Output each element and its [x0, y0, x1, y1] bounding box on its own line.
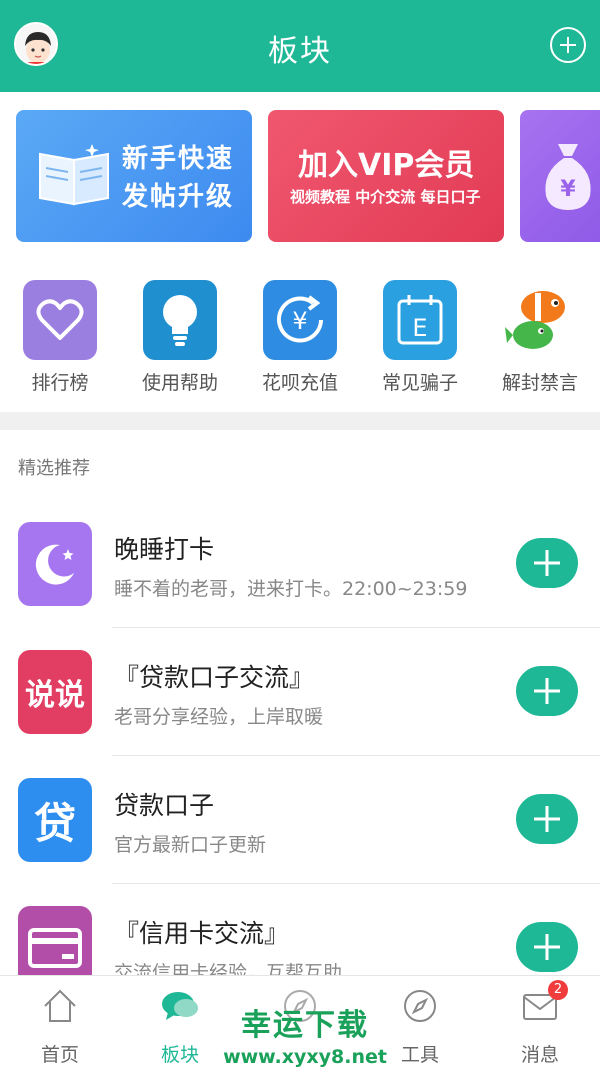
heart-icon — [23, 280, 97, 360]
banner-line-1: 新手快速 — [122, 144, 235, 174]
section-title: 精选推荐 — [18, 458, 90, 479]
quick-item-label: 常见骗子 — [381, 372, 458, 394]
quick-item-recharge[interactable]: ¥ 花呗充值 — [250, 280, 350, 395]
watermark-title: 幸运下载 — [241, 1008, 369, 1043]
list-item-title: 晚睡打卡 — [114, 535, 215, 564]
list-item-title: 『信用卡交流』 — [114, 919, 290, 948]
list-item[interactable]: 晚睡打卡 睡不着的老哥，进来打卡。22:00~23:59 — [0, 500, 600, 628]
watermark: 幸运下载 www.xyxy8.net — [220, 1000, 390, 1067]
list-item-subtitle: 老哥分享经验，上岸取暖 — [114, 706, 324, 728]
moon-icon — [18, 522, 92, 606]
money-bag-icon: ¥ — [545, 144, 591, 210]
calendar-letter-icon: E — [383, 280, 457, 360]
svg-text:¥: ¥ — [292, 307, 307, 335]
list-item-title: 『贷款口子交流』 — [114, 663, 315, 692]
quick-item-label: 排行榜 — [31, 372, 89, 394]
banner-line-1: 加入VIP会员 — [298, 148, 475, 183]
quick-entries: 排行榜 使用帮助 ¥ 花呗充值 E 常见骗子 解封禁言 — [0, 270, 600, 410]
quick-item-label: 解封禁言 — [501, 372, 578, 394]
watermark-url: www.xyxy8.net — [223, 1046, 387, 1067]
board-list: 晚睡打卡 睡不着的老哥，进来打卡。22:00~23:59 说说 『贷款口子交流』… — [0, 500, 600, 975]
section-divider — [0, 412, 600, 430]
yuan-refresh-icon: ¥ — [263, 280, 337, 360]
list-item-subtitle: 官方最新口子更新 — [114, 834, 267, 856]
banner-money[interactable]: ¥ — [520, 110, 600, 242]
tab-label: 首页 — [40, 1044, 79, 1066]
banner-vip[interactable]: 加入VIP会员 视频教程 中介交流 每日口子 — [268, 110, 504, 242]
quick-item-unban[interactable]: 解封禁言 — [490, 280, 590, 395]
svg-text:E: E — [412, 314, 427, 342]
add-icon[interactable] — [550, 27, 586, 63]
list-item-subtitle: 交流信用卡经验，互帮互助 — [114, 962, 343, 975]
quick-item-scammers[interactable]: E 常见骗子 — [370, 280, 470, 395]
list-item[interactable]: 『信用卡交流』 交流信用卡经验，互帮互助 — [0, 884, 600, 975]
shuoshuo-icon: 说说 — [18, 650, 92, 734]
quick-item-label: 花呗充值 — [261, 372, 338, 394]
compass-icon — [400, 986, 440, 1026]
add-button[interactable] — [516, 794, 578, 844]
svg-text:¥: ¥ — [560, 177, 576, 202]
add-button[interactable] — [516, 538, 578, 588]
add-button[interactable] — [516, 922, 578, 972]
loan-icon: 贷 — [18, 778, 92, 862]
mail-icon: 2 — [520, 980, 568, 1026]
top-bar: 板块 — [0, 0, 600, 92]
tab-home[interactable]: 首页 — [0, 986, 120, 1067]
list-item[interactable]: 贷 贷款口子 官方最新口子更新 — [0, 756, 600, 884]
quick-item-ranking[interactable]: 排行榜 — [10, 280, 110, 395]
banner-line-2: 发帖升级 — [122, 182, 235, 212]
list-item-title: 贷款口子 — [114, 791, 215, 820]
banner-line-2: 视频教程 中介交流 每日口子 — [290, 188, 481, 206]
quick-item-help[interactable]: 使用帮助 — [130, 280, 230, 395]
card-icon — [18, 906, 92, 975]
open-book-icon — [39, 144, 109, 206]
tab-label: 消息 — [520, 1044, 559, 1066]
add-button[interactable] — [516, 666, 578, 716]
tab-messages[interactable]: 2 消息 — [480, 980, 600, 1067]
banner-carousel[interactable]: 新手快速 发帖升级 加入VIP会员 视频教程 中介交流 每日口子 ¥ — [0, 92, 600, 260]
list-item[interactable]: 说说 『贷款口子交流』 老哥分享经验，上岸取暖 — [0, 628, 600, 756]
quick-item-label: 使用帮助 — [141, 372, 218, 394]
home-icon — [40, 986, 80, 1026]
page-title: 板块 — [268, 34, 332, 69]
list-item-subtitle: 睡不着的老哥，进来打卡。22:00~23:59 — [114, 578, 468, 600]
banner-newbie[interactable]: 新手快速 发帖升级 — [16, 110, 252, 242]
unread-badge: 2 — [548, 980, 568, 1000]
lightbulb-icon — [143, 280, 217, 360]
clownfish-icon — [503, 280, 577, 360]
chat-bubbles-icon — [160, 986, 200, 1026]
